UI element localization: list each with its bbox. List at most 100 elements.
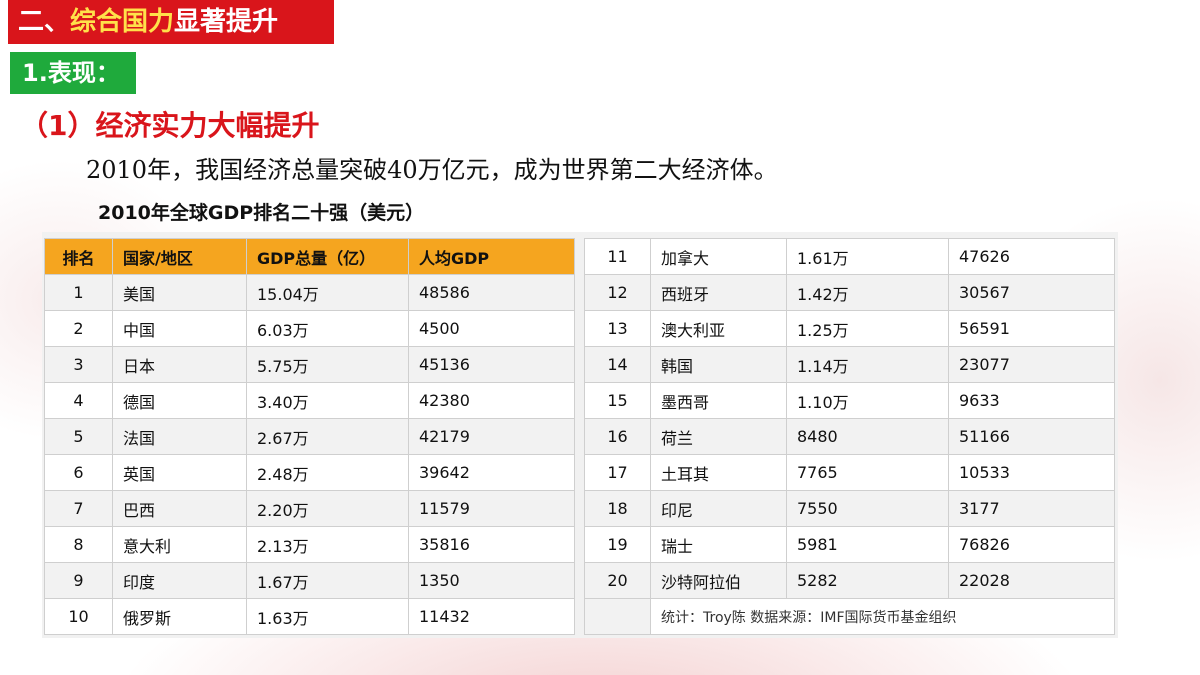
table-row: 14 韩国 1.14万 23077 [584, 346, 1115, 383]
rank-cell: 5 [44, 418, 113, 455]
table-row: 10 俄罗斯 1.63万 11432 [44, 598, 575, 635]
rank-cell: 12 [584, 274, 651, 311]
gdp-cell: 5.75万 [246, 346, 409, 383]
gdp-table-right: 11 加拿大 1.61万 47626 12 西班牙 1.42万 30567 13 澳大利亚 1.… [584, 238, 1115, 635]
gdp-cell: 3.40万 [246, 382, 409, 419]
table-row: 6 英国 2.48万 39642 [44, 454, 575, 491]
per-capita-cell: 51166 [948, 418, 1115, 455]
header-country: 国家/地区 [112, 238, 247, 275]
gdp-cell: 1.14万 [786, 346, 949, 383]
country-cell: 法国 [112, 418, 247, 455]
gdp-cell: 2.67万 [246, 418, 409, 455]
country-cell: 加拿大 [650, 238, 787, 275]
rank-cell: 18 [584, 490, 651, 527]
intro-paragraph: 2010年，我国经济总量突破40万亿元，成为世界第二大经济体。 [86, 156, 778, 184]
title-highlight: 综合国力 [70, 7, 175, 37]
country-cell: 韩国 [650, 346, 787, 383]
source-note-row: 统计：Troy陈 数据来源：IMF国际货币基金组织 [584, 598, 1115, 635]
header-gdp: GDP总量（亿） [246, 238, 409, 275]
table-title: 2010年全球GDP排名二十强（美元） [98, 202, 425, 224]
rank-cell: 1 [44, 274, 113, 311]
rank-cell: 16 [584, 418, 651, 455]
table-row: 17 土耳其 7765 10533 [584, 454, 1115, 491]
country-cell: 印尼 [650, 490, 787, 527]
per-capita-cell: 48586 [408, 274, 575, 311]
rank-cell: 13 [584, 310, 651, 347]
rank-cell: 7 [44, 490, 113, 527]
table-row: 13 澳大利亚 1.25万 56591 [584, 310, 1115, 347]
gdp-cell: 1.42万 [786, 274, 949, 311]
gdp-cell: 2.48万 [246, 454, 409, 491]
table-row: 11 加拿大 1.61万 47626 [584, 238, 1115, 275]
table-row: 4 德国 3.40万 42380 [44, 382, 575, 419]
per-capita-cell: 39642 [408, 454, 575, 491]
gdp-cell: 2.20万 [246, 490, 409, 527]
rank-cell: 19 [584, 526, 651, 563]
gdp-table-left: 排名 国家/地区 GDP总量（亿） 人均GDP 1 美国 15.04万 48586 2… [44, 238, 575, 635]
header-per-capita: 人均GDP [408, 238, 575, 275]
subsection-badge: 1.表现： [10, 52, 136, 94]
per-capita-cell: 56591 [948, 310, 1115, 347]
table-row: 3 日本 5.75万 45136 [44, 346, 575, 383]
country-cell: 沙特阿拉伯 [650, 562, 787, 599]
country-cell: 印度 [112, 562, 247, 599]
gdp-cell: 7765 [786, 454, 949, 491]
rank-cell: 11 [584, 238, 651, 275]
gdp-cell: 1.61万 [786, 238, 949, 275]
gdp-cell: 5981 [786, 526, 949, 563]
per-capita-cell: 22028 [948, 562, 1115, 599]
rank-cell: 15 [584, 382, 651, 419]
gdp-cell: 1.63万 [246, 598, 409, 635]
rank-cell: 17 [584, 454, 651, 491]
country-cell: 澳大利亚 [650, 310, 787, 347]
country-cell: 中国 [112, 310, 247, 347]
table-row: 2 中国 6.03万 4500 [44, 310, 575, 347]
table-row: 18 印尼 7550 3177 [584, 490, 1115, 527]
gdp-cell: 1.10万 [786, 382, 949, 419]
per-capita-cell: 35816 [408, 526, 575, 563]
country-cell: 瑞士 [650, 526, 787, 563]
rank-cell: 14 [584, 346, 651, 383]
rank-cell: 10 [44, 598, 113, 635]
table-row: 20 沙特阿拉伯 5282 22028 [584, 562, 1115, 599]
country-cell: 意大利 [112, 526, 247, 563]
country-cell: 土耳其 [650, 454, 787, 491]
table-row: 5 法国 2.67万 42179 [44, 418, 575, 455]
source-note: 统计：Troy陈 数据来源：IMF国际货币基金组织 [650, 598, 1115, 635]
gdp-cell: 8480 [786, 418, 949, 455]
table-row: 9 印度 1.67万 1350 [44, 562, 575, 599]
country-cell: 荷兰 [650, 418, 787, 455]
source-note-spacer [584, 598, 651, 635]
country-cell: 墨西哥 [650, 382, 787, 419]
per-capita-cell: 4500 [408, 310, 575, 347]
country-cell: 巴西 [112, 490, 247, 527]
per-capita-cell: 11432 [408, 598, 575, 635]
per-capita-cell: 45136 [408, 346, 575, 383]
table-row: 15 墨西哥 1.10万 9633 [584, 382, 1115, 419]
per-capita-cell: 9633 [948, 382, 1115, 419]
header-rank: 排名 [44, 238, 113, 275]
gdp-cell: 2.13万 [246, 526, 409, 563]
per-capita-cell: 23077 [948, 346, 1115, 383]
gdp-cell: 5282 [786, 562, 949, 599]
table-header-row: 排名 国家/地区 GDP总量（亿） 人均GDP [44, 238, 575, 275]
table-row: 12 西班牙 1.42万 30567 [584, 274, 1115, 311]
per-capita-cell: 30567 [948, 274, 1115, 311]
table-row: 19 瑞士 5981 76826 [584, 526, 1115, 563]
per-capita-cell: 10533 [948, 454, 1115, 491]
title-suffix: 显著提升 [174, 7, 279, 37]
country-cell: 西班牙 [650, 274, 787, 311]
table-row: 16 荷兰 8480 51166 [584, 418, 1115, 455]
country-cell: 美国 [112, 274, 247, 311]
country-cell: 日本 [112, 346, 247, 383]
per-capita-cell: 3177 [948, 490, 1115, 527]
per-capita-cell: 1350 [408, 562, 575, 599]
gdp-cell: 7550 [786, 490, 949, 527]
per-capita-cell: 47626 [948, 238, 1115, 275]
per-capita-cell: 11579 [408, 490, 575, 527]
gdp-cell: 1.25万 [786, 310, 949, 347]
rank-cell: 3 [44, 346, 113, 383]
rank-cell: 20 [584, 562, 651, 599]
point-heading: （1）经济实力大幅提升 [20, 109, 320, 142]
gdp-cell: 6.03万 [246, 310, 409, 347]
